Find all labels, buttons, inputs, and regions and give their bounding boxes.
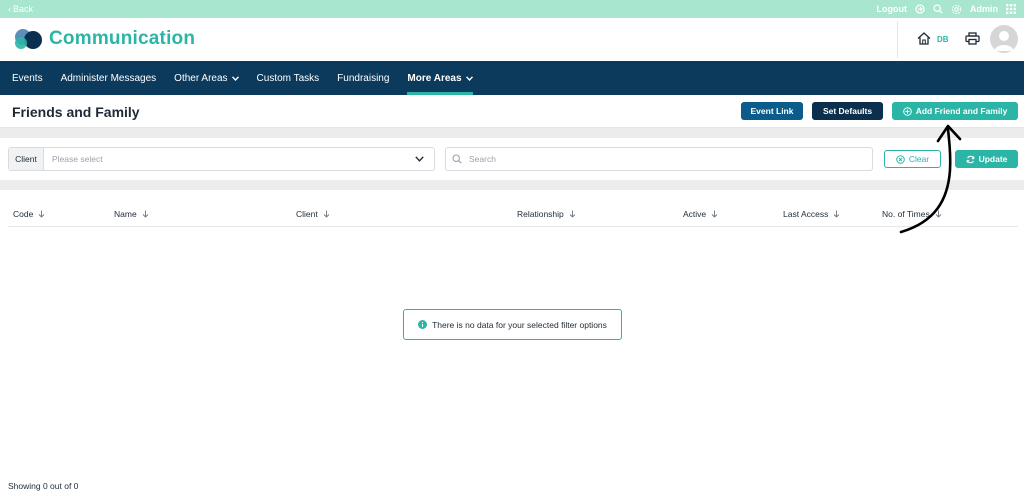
table-header: Code Name Client Relationship Active Las… xyxy=(8,200,1018,227)
apps-grid-icon[interactable] xyxy=(1006,4,1016,14)
nav-item-administer-messages[interactable]: Administer Messages xyxy=(61,61,157,95)
nav-item-label: Other Areas xyxy=(174,72,228,84)
refresh-icon xyxy=(966,155,974,163)
logout-link[interactable]: Logout xyxy=(877,4,908,14)
pagination-summary: Showing 0 out of 0 xyxy=(8,481,79,491)
sort-arrow-icon xyxy=(711,210,718,218)
nav-item-label: More Areas xyxy=(407,72,462,84)
user-name[interactable]: Admin xyxy=(970,4,998,14)
set-defaults-button[interactable]: Set Defaults xyxy=(812,102,883,120)
column-header-label: Last Access xyxy=(783,209,829,219)
column-header-name[interactable]: Name xyxy=(114,209,149,219)
add-friend-family-label: Add Friend and Family xyxy=(915,106,1008,116)
top-strip: ‹ Back Logout Admin xyxy=(0,0,1024,18)
search-box xyxy=(445,147,873,171)
sort-arrow-icon xyxy=(834,210,840,218)
client-filter: Client Please select xyxy=(8,147,435,171)
app-header: Communication DB xyxy=(0,18,1024,61)
nav-item-label: Fundraising xyxy=(337,72,390,84)
back-link[interactable]: ‹ Back xyxy=(8,4,33,14)
nav-item-events[interactable]: Events xyxy=(12,61,43,95)
column-header-label: Relationship xyxy=(517,209,564,219)
update-label: Update xyxy=(978,154,1008,164)
nav-item-label: Events xyxy=(12,72,43,84)
search-icon xyxy=(452,154,462,164)
sort-arrow-icon xyxy=(323,210,330,218)
client-select[interactable]: Please select xyxy=(44,148,434,170)
chevron-down-icon xyxy=(415,156,424,162)
nav-item-more-areas[interactable]: More Areas xyxy=(407,61,473,95)
column-header-label: No. of Times xyxy=(882,209,930,219)
info-icon xyxy=(418,320,428,329)
chevron-down-icon xyxy=(465,75,473,81)
brand-logo xyxy=(12,28,44,50)
column-header-client[interactable]: Client xyxy=(296,209,330,219)
home-icon[interactable] xyxy=(917,32,931,50)
logout-icon[interactable] xyxy=(915,4,925,14)
column-header-label: Code xyxy=(13,209,34,219)
plus-circle-icon xyxy=(902,106,912,116)
sort-arrow-icon xyxy=(142,210,149,218)
sort-arrow-icon xyxy=(569,210,576,218)
event-link-button[interactable]: Event Link xyxy=(741,102,803,120)
column-header-relationship[interactable]: Relationship xyxy=(517,209,576,219)
chevron-down-icon xyxy=(231,75,239,81)
set-defaults-label: Set Defaults xyxy=(822,106,873,116)
column-header-no-of-times[interactable]: No. of Times xyxy=(882,209,942,219)
back-label: Back xyxy=(13,4,34,14)
column-header-active[interactable]: Active xyxy=(683,209,718,219)
header-divider xyxy=(897,21,898,58)
nav-item-label: Custom Tasks xyxy=(256,72,320,84)
clear-button[interactable]: Clear xyxy=(884,150,941,168)
sort-arrow-icon xyxy=(935,210,942,218)
empty-state-notice: There is no data for your selected filte… xyxy=(403,309,622,340)
chevron-left-icon: ‹ xyxy=(8,4,11,14)
close-circle-icon xyxy=(896,154,905,164)
top-strip-actions: Logout Admin xyxy=(877,4,1016,15)
search-icon[interactable] xyxy=(933,4,943,14)
update-button[interactable]: Update xyxy=(955,150,1018,168)
client-select-placeholder: Please select xyxy=(52,154,103,164)
page-title: Friends and Family xyxy=(12,104,140,120)
main-nav: Events Administer Messages Other Areas C… xyxy=(0,61,1024,95)
clear-label: Clear xyxy=(908,154,930,164)
column-header-label: Active xyxy=(683,209,707,219)
sort-arrow-icon xyxy=(39,210,45,218)
nav-item-other-areas[interactable]: Other Areas xyxy=(174,61,239,95)
avatar[interactable] xyxy=(990,25,1018,53)
divider-band xyxy=(0,180,1024,190)
column-header-label: Name xyxy=(114,209,137,219)
nav-item-label: Administer Messages xyxy=(60,72,157,84)
client-filter-label: Client xyxy=(9,148,44,170)
event-link-label: Event Link xyxy=(750,106,794,116)
column-header-code[interactable]: Code xyxy=(13,209,45,219)
column-header-last-access[interactable]: Last Access xyxy=(783,209,840,219)
app-title: Communication xyxy=(49,28,196,49)
nav-item-custom-tasks[interactable]: Custom Tasks xyxy=(257,61,320,95)
nav-item-fundraising[interactable]: Fundraising xyxy=(337,61,389,95)
print-icon[interactable] xyxy=(965,32,980,50)
empty-state-message: There is no data for your selected filte… xyxy=(432,319,607,330)
add-friend-family-button[interactable]: Add Friend and Family xyxy=(892,102,1018,120)
search-input[interactable] xyxy=(469,154,849,164)
gear-icon[interactable] xyxy=(951,4,962,15)
filter-bar: Client Please select Clear Update xyxy=(0,138,1024,180)
page-title-bar: Friends and Family Event Link Set Defaul… xyxy=(0,95,1024,128)
column-header-label: Client xyxy=(296,209,318,219)
home-badge[interactable]: DB xyxy=(937,35,949,44)
divider-band xyxy=(0,128,1024,138)
